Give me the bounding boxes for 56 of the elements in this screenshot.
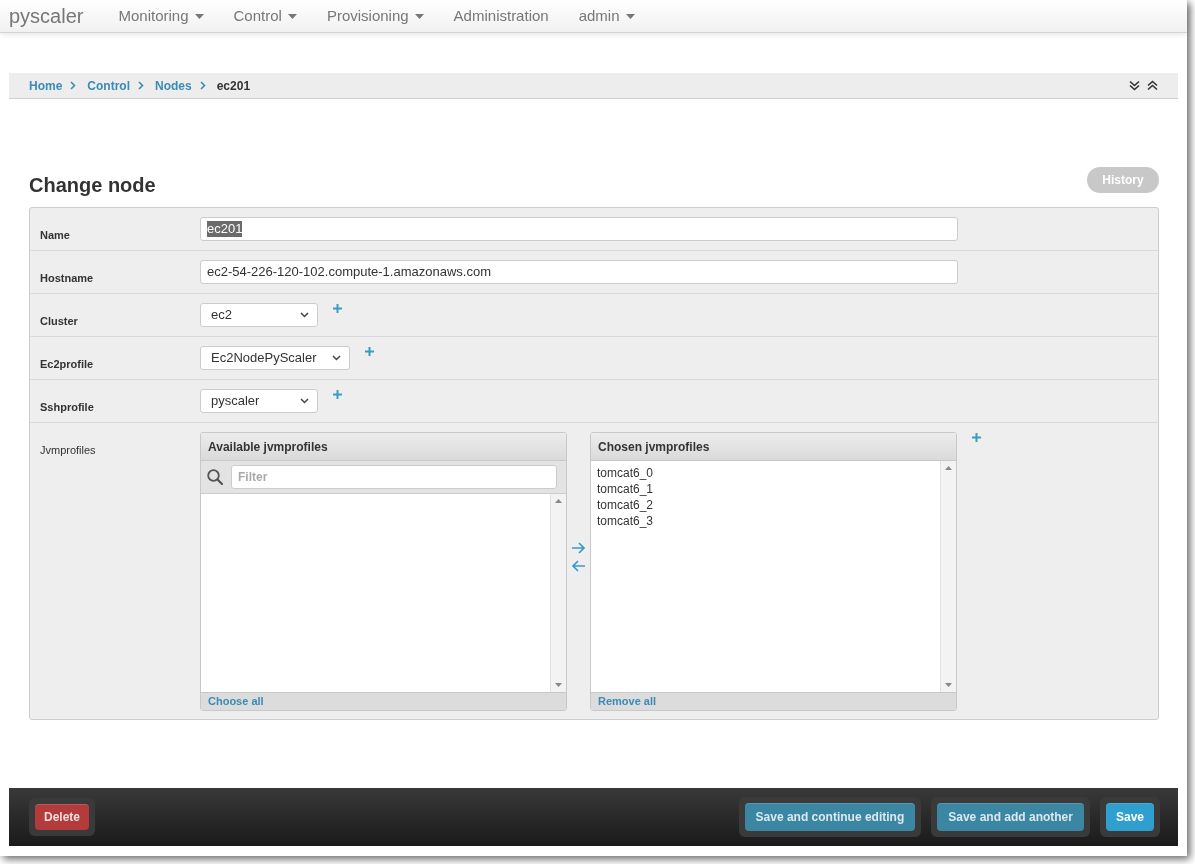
field-label: Cluster xyxy=(40,315,78,327)
choose-all-link[interactable]: Choose all xyxy=(208,693,264,710)
delete-button[interactable]: Delete xyxy=(29,798,96,836)
list-option[interactable]: tomcat6_3 xyxy=(597,513,654,529)
list-option[interactable]: tomcat6_0 xyxy=(597,465,654,481)
panel-title: Chosen jvmprofiles xyxy=(598,438,710,456)
nav-menu-item[interactable]: Monitoring xyxy=(118,7,204,25)
field-label: Ec2profile xyxy=(40,358,94,370)
add-icon[interactable] xyxy=(972,433,981,442)
text-field[interactable]: ec201 xyxy=(200,217,958,241)
breadcrumb-link[interactable]: Nodes xyxy=(155,76,192,95)
scroll-up-icon[interactable] xyxy=(555,499,562,503)
select-dropdown[interactable]: pyscaler xyxy=(200,389,318,413)
nav-menu-item[interactable]: admin xyxy=(578,7,635,25)
select-dropdown[interactable]: Ec2NodePyScaler xyxy=(200,346,350,370)
select-dropdown[interactable]: ec2 xyxy=(200,303,318,327)
arrow-left-icon[interactable] xyxy=(571,560,586,572)
scrollbar[interactable] xyxy=(940,461,956,692)
breadcrumb-current: ec201 xyxy=(216,77,251,95)
scroll-up-icon[interactable] xyxy=(945,466,952,470)
double-chevron-up-icon[interactable] xyxy=(1147,80,1158,91)
chevron-down-icon xyxy=(331,355,341,361)
nav-menu-item[interactable]: Administration xyxy=(453,7,549,25)
list-option[interactable]: tomcat6_1 xyxy=(597,481,654,497)
nav-menu-item[interactable]: Provisioning xyxy=(326,7,424,25)
panel-title: Available jvmprofiles xyxy=(208,438,328,456)
save-button[interactable]: Save and continue editing xyxy=(738,797,922,837)
add-icon[interactable] xyxy=(333,390,342,399)
double-chevron-down-icon[interactable] xyxy=(1129,80,1140,91)
search-icon xyxy=(207,469,223,485)
field-label: Jvmprofiles xyxy=(40,444,96,456)
brand-link[interactable]: pyscaler xyxy=(9,4,84,28)
text-field[interactable]: ec2-54-226-120-102.compute-1.amazonaws.com xyxy=(200,260,958,284)
add-icon[interactable] xyxy=(364,347,374,356)
chevron-right-icon xyxy=(70,81,77,90)
chevron-right-icon xyxy=(199,81,206,90)
scroll-down-icon[interactable] xyxy=(945,683,952,687)
add-icon[interactable] xyxy=(333,304,342,313)
nav-menu-item[interactable]: Control xyxy=(233,7,297,25)
breadcrumb-link[interactable]: Control xyxy=(87,76,130,95)
page-title: Change node xyxy=(29,173,156,197)
chevron-down-icon xyxy=(300,398,309,404)
scroll-down-icon[interactable] xyxy=(555,683,562,687)
remove-all-link[interactable]: Remove all xyxy=(598,693,657,710)
field-label: Hostname xyxy=(40,272,94,284)
field-label: Sshprofile xyxy=(40,401,94,413)
save-button[interactable]: Save xyxy=(1099,797,1160,837)
chevron-right-icon xyxy=(138,81,144,90)
list-option[interactable]: tomcat6_2 xyxy=(597,497,654,513)
filter-field[interactable]: Filter xyxy=(231,465,557,489)
field-label: Name xyxy=(40,229,70,241)
chevron-down-icon xyxy=(300,312,309,318)
arrow-right-icon[interactable] xyxy=(571,542,586,554)
breadcrumb-link[interactable]: Home xyxy=(29,76,63,95)
scrollbar[interactable] xyxy=(550,494,566,692)
save-button[interactable]: Save and add another xyxy=(931,797,1090,837)
